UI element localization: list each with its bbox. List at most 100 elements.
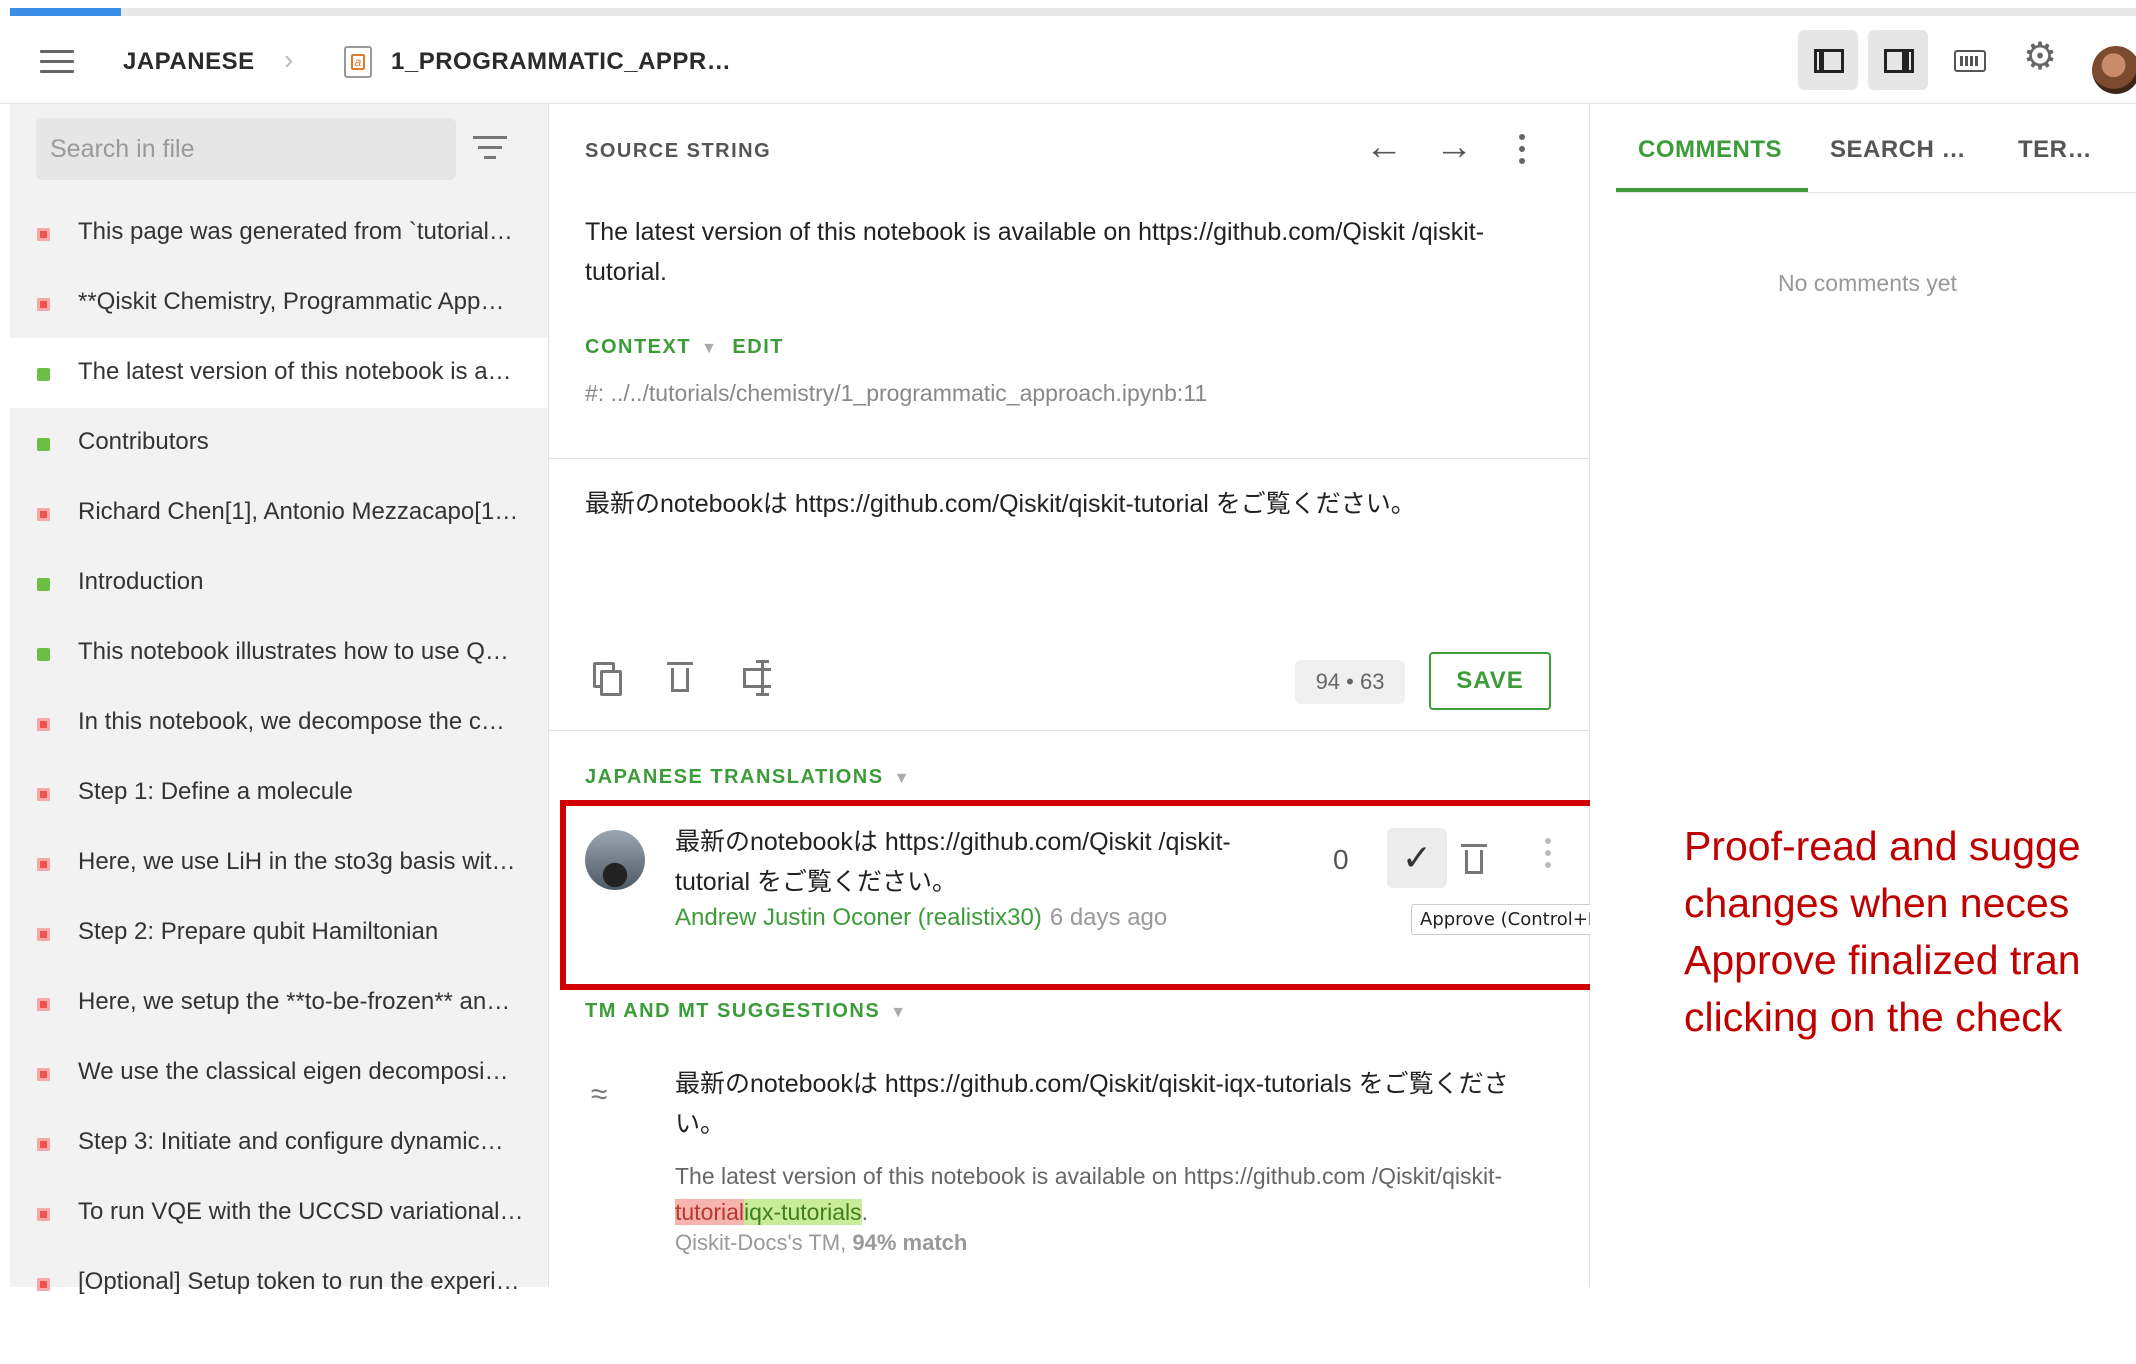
source-string-label: SOURCE STRING: [585, 140, 772, 162]
progress-fill: [10, 8, 121, 16]
status-dot: [37, 718, 50, 731]
list-item[interactable]: Here, we setup the **to-be-frozen** an…: [10, 968, 548, 1038]
list-item-label: This notebook illustrates how to use Q…: [78, 638, 509, 665]
breadcrumb-file[interactable]: 1_PROGRAMMATIC_APPR…: [391, 48, 731, 76]
trash-icon[interactable]: [663, 658, 707, 702]
tm-suggestion[interactable]: ≈ 最新のnotebookは https://github.com/Qiskit…: [549, 1064, 1591, 1364]
status-dot: [37, 1278, 50, 1291]
status-dot: [37, 1138, 50, 1151]
insert-text-icon[interactable]: [739, 658, 783, 702]
list-item[interactable]: Step 1: Define a molecule: [10, 758, 548, 828]
menu-icon[interactable]: [40, 50, 74, 74]
list-item-label: Here, we use LiH in the sto3g basis wit…: [78, 848, 516, 875]
list-item-label: This page was generated from `tutorial…: [78, 218, 513, 245]
keyboard-button[interactable]: [1940, 30, 2000, 90]
status-dot: [37, 788, 50, 801]
status-dot: [37, 508, 50, 521]
tab-search[interactable]: SEARCH …: [1830, 136, 1966, 164]
list-item[interactable]: The latest version of this notebook is a…: [10, 338, 548, 408]
context-toggle[interactable]: CONTEXT: [585, 336, 691, 358]
caret-down-icon: ▼: [890, 1004, 908, 1021]
context-row: CONTEXT ▼ EDIT: [585, 336, 784, 359]
status-dot: [37, 928, 50, 941]
next-arrow-icon[interactable]: →: [1435, 126, 1473, 169]
avatar[interactable]: [2092, 46, 2136, 94]
tm-suggestions-header[interactable]: TM AND MT SUGGESTIONS ▼: [585, 1000, 908, 1023]
file-icon: a: [344, 46, 372, 78]
edit-context-link[interactable]: EDIT: [732, 336, 784, 358]
app-root: JAPANESE › a 1_PROGRAMMATIC_APPR… ⚙ This…: [0, 0, 2136, 1295]
list-item-label: Here, we setup the **to-be-frozen** an…: [78, 988, 511, 1015]
copy-source-icon[interactable]: [587, 658, 631, 702]
keyboard-icon: [1954, 50, 1986, 72]
annotation-line: clicking on the check: [1684, 994, 2063, 1040]
layout-left-icon: [1814, 49, 1844, 73]
list-item[interactable]: Step 3: Initiate and configure dynamic…: [10, 1108, 548, 1178]
list-item-label: The latest version of this notebook is a…: [78, 358, 512, 385]
tab-terms[interactable]: TER…: [2018, 136, 2092, 164]
source-string-text: The latest version of this notebook is a…: [585, 218, 1485, 286]
status-dot: [37, 368, 50, 381]
list-item-label: Richard Chen[1], Antonio Mezzacapo[1…: [78, 498, 519, 525]
list-item[interactable]: This page was generated from `tutorial…: [10, 198, 548, 268]
annotation-line: changes when neces: [1684, 880, 2070, 926]
tm-origin-name: Qiskit-Docs's TM,: [675, 1230, 847, 1255]
list-item[interactable]: Introduction: [10, 548, 548, 618]
status-dot: [37, 1208, 50, 1221]
list-item[interactable]: Step 2: Prepare qubit Hamiltonian: [10, 898, 548, 968]
translation-editor[interactable]: 最新のnotebookは https://github.com/Qiskit/q…: [585, 484, 1545, 524]
translations-header[interactable]: JAPANESE TRANSLATIONS ▼: [585, 766, 911, 789]
list-item[interactable]: We use the classical eigen decomposi…: [10, 1038, 548, 1108]
list-item[interactable]: [Optional] Setup token to run the experi…: [10, 1248, 548, 1318]
divider: [1616, 192, 2136, 193]
list-item[interactable]: Richard Chen[1], Antonio Mezzacapo[1…: [10, 478, 548, 548]
list-item[interactable]: In this notebook, we decompose the c…: [10, 688, 548, 758]
editor-panel: SOURCE STRING ← → The latest version of …: [548, 104, 1614, 1287]
list-item[interactable]: **Qiskit Chemistry, Programmatic App…: [10, 268, 548, 338]
string-list: This page was generated from `tutorial… *…: [10, 198, 548, 1318]
list-item-label: Step 2: Prepare qubit Hamiltonian: [78, 918, 439, 945]
string-list-panel: This page was generated from `tutorial… *…: [10, 104, 548, 1295]
divider: [549, 730, 1591, 731]
filter-icon[interactable]: [472, 136, 508, 162]
previous-arrow-icon[interactable]: ←: [1365, 126, 1403, 169]
annotation-text: Proof-read and sugge changes when neces Ap…: [1684, 818, 2136, 1046]
list-item-label: Introduction: [78, 568, 204, 595]
breadcrumb-project[interactable]: JAPANESE: [123, 48, 255, 76]
tm-match: 94% match: [852, 1230, 968, 1255]
divider: [549, 458, 1591, 459]
status-dot: [37, 858, 50, 871]
translations-label: JAPANESE TRANSLATIONS: [585, 766, 884, 788]
tm-suggestion-text[interactable]: 最新のnotebookは https://github.com/Qiskit/q…: [675, 1064, 1535, 1144]
top-header: JAPANESE › a 1_PROGRAMMATIC_APPR… ⚙: [0, 16, 2136, 104]
list-item[interactable]: This notebook illustrates how to use Q…: [10, 618, 548, 688]
status-dot: [37, 438, 50, 451]
list-item-label: Step 1: Define a molecule: [78, 778, 353, 805]
list-item[interactable]: Here, we use LiH in the sto3g basis wit…: [10, 828, 548, 898]
list-item-label: Contributors: [78, 428, 209, 455]
chevron-right-icon: ›: [284, 44, 294, 75]
tab-comments[interactable]: COMMENTS: [1638, 136, 1782, 164]
more-options-icon[interactable]: [1519, 134, 1525, 170]
gear-icon: ⚙: [2023, 36, 2058, 78]
progress-bar: [10, 8, 2136, 16]
tm-source-diff: The latest version of this notebook is a…: [675, 1158, 1515, 1230]
diff-deleted: tutorial: [675, 1199, 745, 1225]
caret-down-icon: ▼: [893, 770, 911, 787]
highlight-box: [560, 800, 1632, 990]
char-count-badge: 94 • 63: [1295, 660, 1405, 704]
layout-right-button[interactable]: [1868, 30, 1928, 90]
save-button[interactable]: SAVE: [1429, 652, 1551, 710]
layout-left-button[interactable]: [1798, 30, 1858, 90]
status-dot: [37, 998, 50, 1011]
tm-source-suffix: .: [861, 1199, 869, 1225]
list-item-label: [Optional] Setup token to run the experi…: [78, 1268, 520, 1295]
search-input[interactable]: [36, 118, 456, 180]
annotation-line: Approve finalized tran: [1684, 937, 2081, 983]
list-item[interactable]: To run VQE with the UCCSD variational…: [10, 1178, 548, 1248]
caret-down-icon[interactable]: ▼: [701, 340, 718, 357]
list-item[interactable]: Contributors: [10, 408, 548, 478]
status-dot: [37, 648, 50, 661]
context-path: #: ../../tutorials/chemistry/1_programma…: [585, 380, 1208, 406]
settings-button[interactable]: ⚙: [2010, 30, 2070, 90]
